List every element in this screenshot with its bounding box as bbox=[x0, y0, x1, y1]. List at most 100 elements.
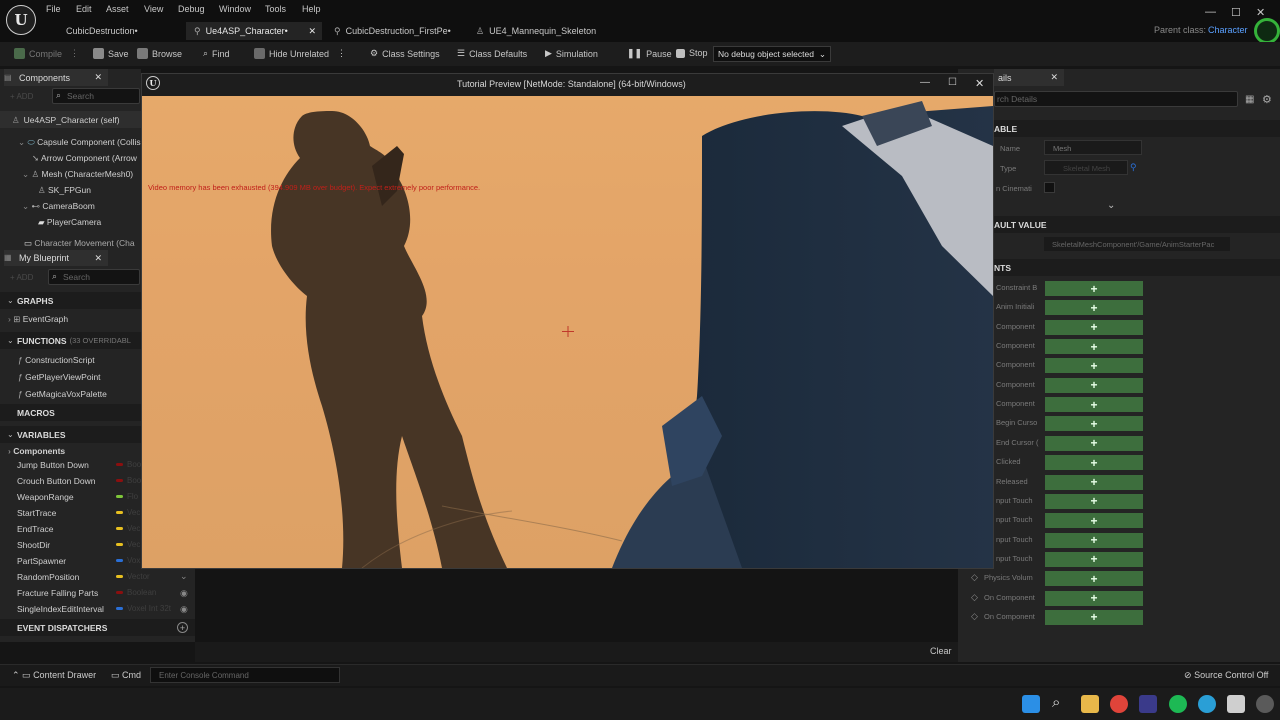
component-cameraboom[interactable]: ⌄ ⊷ CameraBoom bbox=[22, 201, 95, 212]
menu-edit[interactable]: Edit bbox=[76, 4, 92, 14]
variable-section[interactable]: ABLE bbox=[994, 120, 1280, 137]
browse-button[interactable]: Browse bbox=[137, 48, 182, 59]
tab-cubicdestruction[interactable]: CubicDestruction• bbox=[58, 22, 186, 40]
steam-icon[interactable] bbox=[1198, 695, 1216, 713]
component-capsule[interactable]: ⌄ ⬭ Capsule Component (Collis bbox=[18, 137, 141, 148]
tab-firstperson[interactable]: ⚲ CubicDestruction_FirstPe• bbox=[326, 22, 466, 40]
clear-button[interactable]: Clear bbox=[930, 646, 952, 656]
parent-class-value[interactable]: Character bbox=[1208, 25, 1248, 35]
variable-item[interactable]: Jump Button Down bbox=[17, 460, 89, 470]
event-graph-item[interactable]: › ⊞ EventGraph bbox=[8, 314, 68, 325]
add-event-button[interactable]: + bbox=[1045, 513, 1143, 529]
add-event-button[interactable]: + bbox=[1045, 377, 1143, 393]
menu-window[interactable]: Window bbox=[219, 4, 251, 14]
component-sk-fpgun[interactable]: ♙ SK_FPGun bbox=[38, 185, 91, 196]
unreal-logo-icon[interactable]: U bbox=[6, 5, 36, 35]
variable-item[interactable]: EndTrace bbox=[17, 524, 54, 534]
variable-item[interactable]: PartSpawner bbox=[17, 556, 66, 566]
function-item[interactable]: ƒ ConstructionScript bbox=[18, 355, 95, 365]
add-event-button[interactable]: + bbox=[1045, 474, 1143, 490]
add-event-button[interactable]: + bbox=[1045, 435, 1143, 451]
cinematic-checkbox[interactable] bbox=[1044, 182, 1055, 193]
details-tab[interactable]: ails ✕ bbox=[994, 69, 1064, 86]
function-item[interactable]: ƒ GetPlayerViewPoint bbox=[18, 372, 101, 382]
minimize-icon[interactable]: — bbox=[1205, 6, 1216, 18]
add-event-button[interactable]: + bbox=[1045, 416, 1143, 432]
menu-file[interactable]: File bbox=[46, 4, 61, 14]
component-playercamera[interactable]: ▰ PlayerCamera bbox=[38, 217, 101, 228]
components-search-input[interactable]: Search bbox=[52, 88, 140, 104]
blueprint-add-button[interactable]: + ADD bbox=[10, 273, 33, 282]
save-button[interactable]: Save bbox=[93, 48, 129, 59]
tab-skeleton[interactable]: ♙ UE4_Mannequin_Skeleton bbox=[468, 22, 608, 40]
visual-studio-icon[interactable] bbox=[1139, 695, 1157, 713]
close-icon[interactable]: ✕ bbox=[1050, 72, 1058, 83]
cmd-button[interactable]: ▭ Cmd bbox=[111, 670, 141, 681]
menu-help[interactable]: Help bbox=[302, 4, 321, 14]
add-event-button[interactable]: + bbox=[1045, 571, 1143, 587]
functions-section[interactable]: FUNCTIONS (33 OVERRIDABL bbox=[0, 332, 141, 349]
details-search-input[interactable]: rch Details bbox=[994, 91, 1238, 107]
variables-section[interactable]: VARIABLES bbox=[0, 426, 141, 443]
close-icon[interactable]: ✕ bbox=[94, 253, 102, 264]
variable-item[interactable]: ShootDir bbox=[17, 540, 50, 550]
close-icon[interactable]: ✕ bbox=[94, 72, 102, 83]
eye-icon[interactable]: ◉ bbox=[180, 588, 188, 599]
name-field[interactable]: Mesh bbox=[1044, 140, 1142, 155]
components-variable-group[interactable]: › Components bbox=[8, 446, 65, 456]
component-self[interactable]: ♙ Ue4ASP_Character (self) bbox=[12, 115, 120, 126]
find-button[interactable]: ⌕ Find bbox=[203, 48, 230, 59]
debug-object-select[interactable]: No debug object selected ⌄ bbox=[713, 46, 831, 62]
variable-item[interactable]: Crouch Button Down bbox=[17, 476, 95, 486]
game-viewport[interactable] bbox=[142, 96, 993, 568]
source-control-button[interactable]: ⊘ Source Control Off bbox=[1184, 670, 1268, 681]
function-item[interactable]: ƒ GetMagicaVoxPalette bbox=[18, 389, 107, 399]
add-event-button[interactable]: + bbox=[1045, 551, 1143, 567]
stop-button[interactable]: Stop bbox=[676, 48, 708, 58]
gear-icon[interactable]: ⚙ bbox=[1262, 93, 1272, 106]
close-icon[interactable]: ✕ bbox=[975, 77, 984, 90]
add-dispatcher-icon[interactable]: + bbox=[177, 622, 188, 633]
class-settings-button[interactable]: ⚙ Class Settings bbox=[370, 48, 440, 59]
add-event-button[interactable]: + bbox=[1045, 319, 1143, 335]
add-event-button[interactable]: + bbox=[1045, 532, 1143, 548]
variable-item[interactable]: RandomPosition bbox=[17, 572, 79, 582]
component-mesh[interactable]: ⌄ ♙ Mesh (CharacterMesh0) bbox=[22, 169, 133, 180]
type-select[interactable]: Skeletal Mesh bbox=[1044, 160, 1128, 175]
maximize-icon[interactable]: ☐ bbox=[948, 77, 957, 88]
type-picker-icon[interactable]: ⚲ bbox=[1130, 162, 1137, 173]
chevron-down-icon[interactable]: ⌄ bbox=[180, 571, 188, 582]
content-drawer-button[interactable]: ⌃ ▭ Content Drawer bbox=[12, 670, 96, 681]
tab-ue4asp-character[interactable]: ⚲ Ue4ASP_Character• ✕ bbox=[186, 22, 322, 40]
component-character-movement[interactable]: ▭ Character Movement (Cha bbox=[24, 238, 135, 249]
add-event-button[interactable]: + bbox=[1045, 590, 1143, 606]
menu-view[interactable]: View bbox=[144, 4, 163, 14]
hide-unrelated-button[interactable]: Hide Unrelated ⋮ bbox=[254, 48, 346, 59]
file-explorer-icon[interactable] bbox=[1081, 695, 1099, 713]
minimize-icon[interactable]: — bbox=[920, 77, 930, 88]
components-tab[interactable]: Components ✕ bbox=[4, 69, 108, 86]
variable-item[interactable]: Fracture Falling Parts bbox=[17, 588, 98, 598]
menu-debug[interactable]: Debug bbox=[178, 4, 205, 14]
search-icon[interactable]: ⌕ bbox=[1052, 694, 1060, 711]
default-value-section[interactable]: AULT VALUE bbox=[994, 216, 1280, 233]
pause-button[interactable]: ❚❚ Pause bbox=[627, 48, 672, 59]
component-arrow[interactable]: ➘ Arrow Component (Arrow bbox=[32, 153, 137, 164]
chrome-icon[interactable] bbox=[1110, 695, 1128, 713]
chevron-down-icon[interactable]: ⌄ bbox=[1107, 200, 1115, 211]
variable-item[interactable]: WeaponRange bbox=[17, 492, 74, 502]
maximize-icon[interactable]: ☐ bbox=[1231, 6, 1241, 19]
add-event-button[interactable]: + bbox=[1045, 455, 1143, 471]
grid-view-icon[interactable]: ▦ bbox=[1245, 94, 1254, 105]
menu-asset[interactable]: Asset bbox=[106, 4, 129, 14]
event-dispatchers-section[interactable]: EVENT DISPATCHERS bbox=[0, 619, 195, 636]
graphs-section[interactable]: GRAPHS bbox=[0, 292, 141, 309]
source-status-icon[interactable] bbox=[1254, 18, 1280, 44]
components-add-button[interactable]: + ADD bbox=[10, 92, 33, 101]
add-event-button[interactable]: + bbox=[1045, 397, 1143, 413]
variable-item[interactable]: StartTrace bbox=[17, 508, 56, 518]
my-blueprint-tab[interactable]: My Blueprint ✕ bbox=[4, 250, 108, 266]
windows-start-icon[interactable] bbox=[1022, 695, 1040, 713]
add-event-button[interactable]: + bbox=[1045, 358, 1143, 374]
blueprint-search-input[interactable]: Search bbox=[48, 269, 140, 285]
